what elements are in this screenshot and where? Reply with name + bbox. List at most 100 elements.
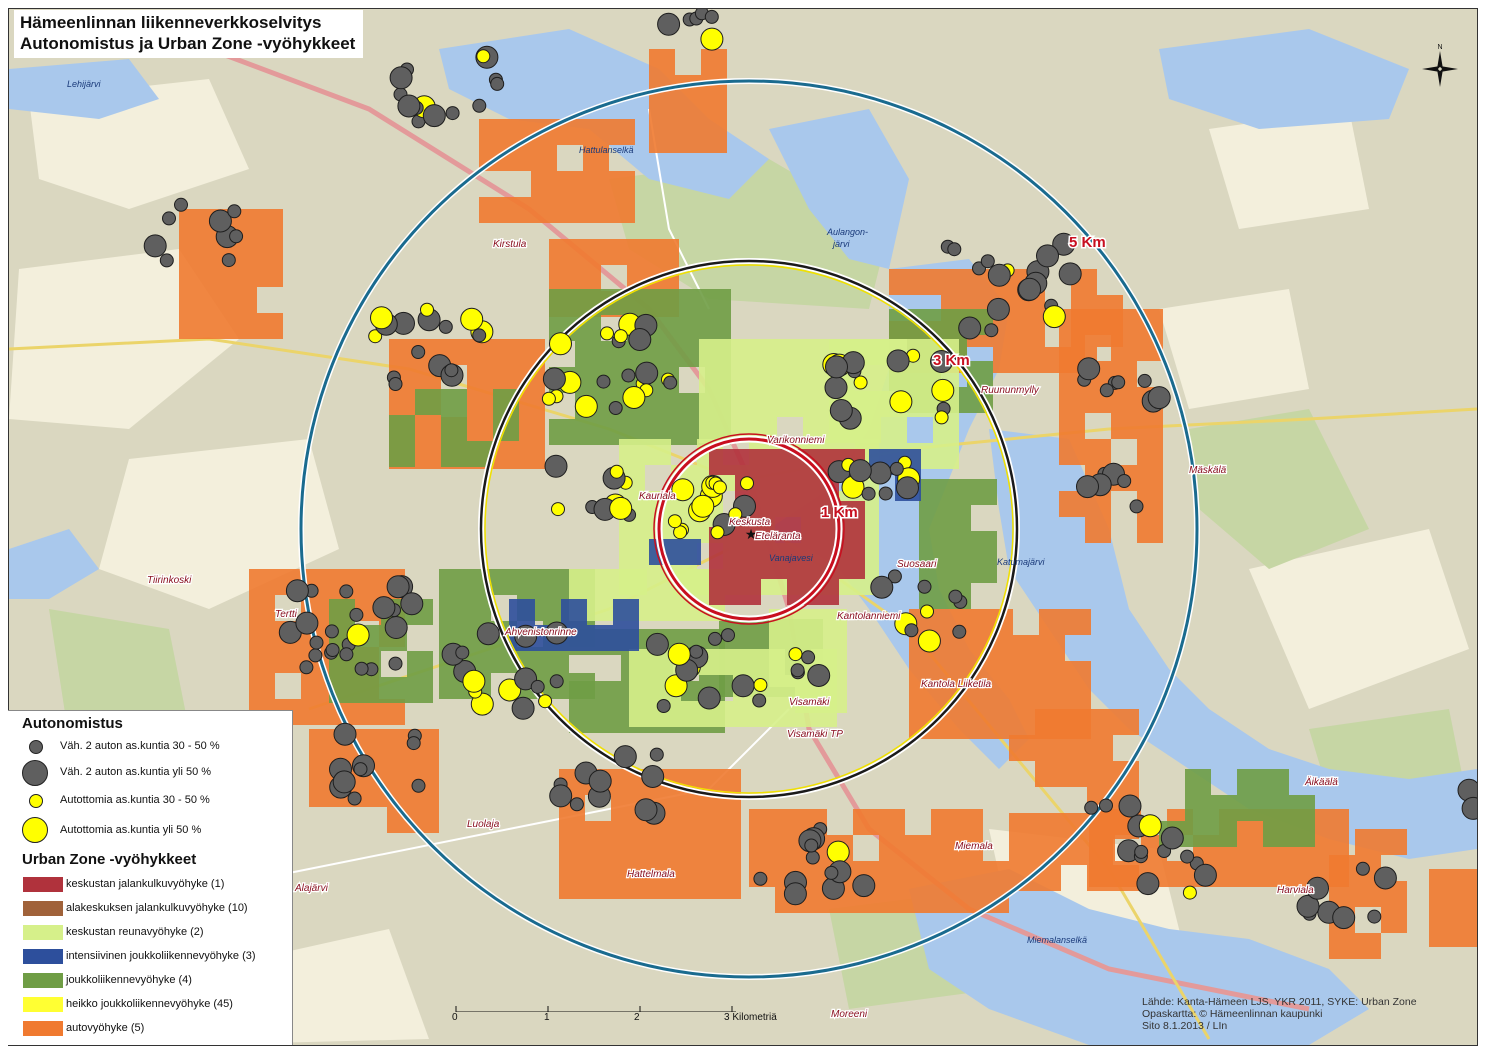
multi-car-household-dot [980,254,995,269]
zone-cell [569,569,595,595]
zone-cell [569,681,595,707]
zone-cell [699,339,725,365]
multi-car-household-dot [656,699,671,713]
multi-car-household-dot [596,374,611,389]
carless-household-dot [826,840,850,864]
zone-cell [1085,517,1111,543]
carless-household-dot [1182,885,1197,900]
zone-cell [735,579,761,605]
carless-household-dot [667,642,691,666]
legend-row: keskustan reunavyöhyke (2) [8,923,292,943]
multi-car-household-dot [544,454,568,478]
multi-car-household-dot [162,211,176,226]
title-line-1: Hämeenlinnan liikenneverkkoselvitys [20,13,322,32]
multi-car-household-dot [1147,386,1171,410]
multi-car-household-dot [886,349,910,373]
zone-cell [549,289,575,315]
zone-cell [257,261,283,287]
multi-car-household-dot [708,631,722,646]
multi-car-household-dot [657,12,681,36]
zone-cell [1087,735,1113,761]
multi-car-household-dot [987,263,1011,287]
carless-household-dot [460,307,484,331]
zone-cell [519,391,545,417]
carless-household-dot [691,494,715,518]
zone-cell [931,861,957,887]
zone-cell [585,821,611,847]
zone-cell [931,809,957,835]
legend-row: joukkoliikennevyöhyke (4) [8,971,292,991]
place-label: Ruununmylly [981,385,1040,396]
zone-cell [705,289,731,315]
multi-car-household-dot [549,784,573,808]
carless-household-dot [609,496,633,520]
zone-cell [517,569,543,595]
multi-car-household-dot [511,696,535,720]
carless-household-dot [740,476,754,491]
multi-car-household-dot [807,664,831,687]
zone-cell [637,821,663,847]
zone-cell [889,269,915,295]
multi-car-household-dot [285,579,309,603]
zone-cell [361,729,387,755]
multi-car-household-dot [332,770,356,794]
title-line-2: Autonomistus ja Urban Zone -vyöhykkeet [20,34,356,53]
zone-cell [509,599,535,625]
zone-cell [1429,921,1455,947]
zone-cell [735,449,761,475]
place-label: Ahvenistonrinne [504,627,577,638]
zone-cell [1035,813,1061,839]
zone-cell [879,887,905,913]
carless-household-dot [889,390,913,414]
zone-cell [931,887,957,913]
zone-cell [491,569,517,595]
zone-cell [595,707,621,733]
zone-cell [787,475,813,501]
legend-label: keskustan reunavyöhyke (2) [66,926,204,938]
carless-household-dot [788,647,803,662]
zone-cell [559,847,585,873]
legend-row: keskustan jalankulkuvyöhyke (1) [8,875,292,895]
place-label: Varikonniemi [767,435,825,446]
scale-label: 1 [544,1012,550,1023]
multi-car-household-dot [444,363,459,378]
zone-cell [709,449,735,475]
carless-household-dot [370,306,393,330]
zone-cell [583,119,609,145]
legend-label: joukkoliikennevyöhyke (4) [66,974,192,986]
zone-cell [905,861,931,887]
zone-cell [879,809,905,835]
credit-source: Lähde: Kanta-Hämeen LJS, YKR 2011, SYKE:… [1142,996,1417,1008]
place-label: Äikäälä [1304,776,1338,788]
zone-cell [179,313,205,339]
zone-cell [257,209,283,235]
zone-cell [1237,795,1263,821]
multi-car-household-dot [1137,373,1152,388]
zone-cell [941,269,967,295]
multi-car-household-dot [549,674,564,689]
multi-car-household-dot [472,98,487,113]
multi-car-household-dot [349,607,364,622]
multi-car-household-dot [542,367,566,391]
multi-car-household-dot [1332,906,1356,930]
zone-cell [441,441,467,467]
multi-car-household-dot [588,769,612,793]
svg-text:N: N [1437,44,1442,51]
zone-cell [467,365,493,391]
multi-car-household-dot [229,229,244,244]
zone-cell [689,847,715,873]
zone-cell [1059,335,1085,361]
zone-cell [699,365,725,391]
zone-cell [249,621,275,647]
legend-panel: Autonomistus Väh. 2 auton as.kuntia 30 -… [8,710,293,1045]
zone-cell [647,595,673,621]
multi-car-household-dot [372,596,396,620]
zone-cell [905,887,931,913]
zone-cell [309,729,335,755]
multi-car-household-dot [984,323,999,338]
multi-car-household-dot [1084,800,1099,815]
zone-cell [675,539,701,565]
multi-car-household-dot [824,865,839,880]
multi-car-household-dot [388,656,403,671]
carless-household-dot [710,525,725,540]
